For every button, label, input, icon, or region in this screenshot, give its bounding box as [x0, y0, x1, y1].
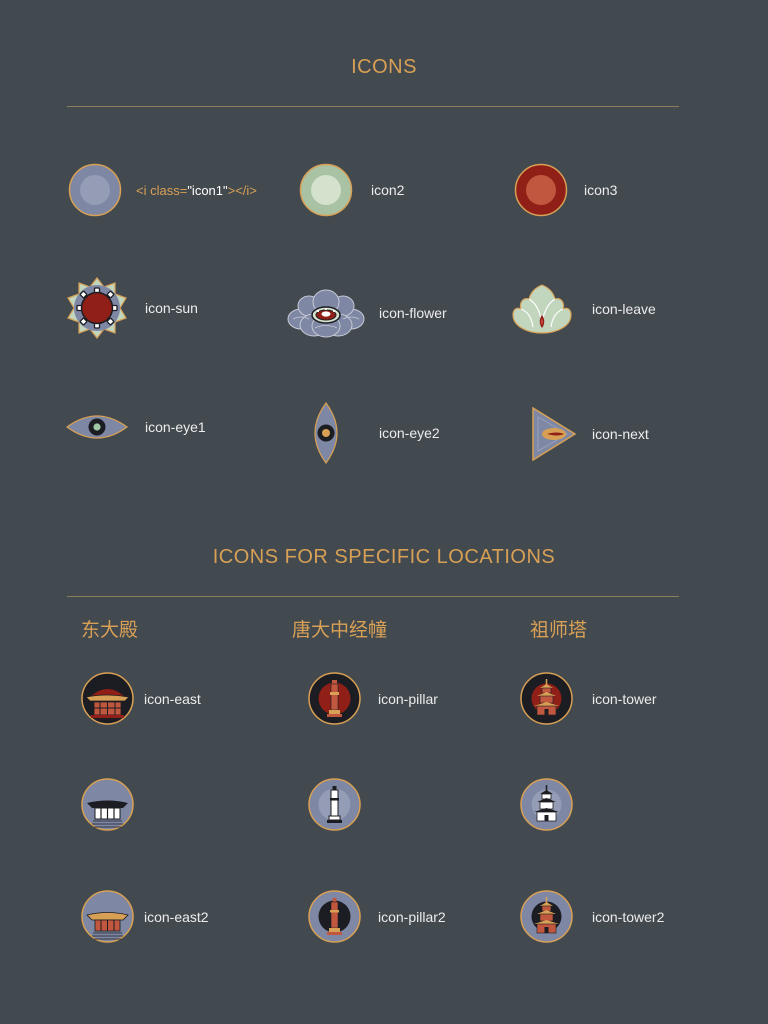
icon3-icon: [514, 163, 568, 217]
icon-tower-item[interactable]: icon-tower: [520, 672, 657, 725]
icon-eye1-label: icon-eye1: [145, 419, 206, 435]
location-heading-pillar: 唐大中经幢: [292, 619, 388, 641]
tower-2-icon: [520, 890, 573, 943]
east-hall-icon: [81, 672, 134, 725]
icon-leave-item[interactable]: icon-leave: [511, 283, 656, 335]
icon-flower-item[interactable]: icon-flower: [287, 288, 447, 338]
icon-eye2-label: icon-eye2: [379, 425, 440, 441]
icon-east-label: icon-east: [144, 690, 201, 707]
icon1-code-label: <i class="icon1"></i>: [136, 182, 257, 198]
tower-icon: [520, 672, 573, 725]
icon2-icon: [299, 163, 353, 217]
icon2-item[interactable]: icon2: [299, 163, 404, 217]
icon-pillar-gray-item[interactable]: [308, 778, 361, 831]
flower-icon: [287, 289, 365, 338]
location-heading-tower: 祖师塔: [530, 619, 588, 641]
pillar-gray-icon: [308, 778, 361, 831]
icon-sun-item[interactable]: icon-sun: [66, 277, 198, 339]
icon-tower2-label: icon-tower2: [592, 908, 665, 925]
section-title-locations: ICONS FOR SPECIFIC LOCATIONS: [212, 546, 556, 568]
pillar-icon: [308, 672, 361, 725]
eye2-icon: [314, 401, 338, 465]
eye1-icon: [65, 415, 129, 439]
icon-east2-label: icon-east2: [144, 908, 209, 925]
icon-flower-label: icon-flower: [379, 305, 447, 321]
icon-next-label: icon-next: [592, 426, 649, 442]
pillar-2-icon: [308, 890, 361, 943]
icon-east-item[interactable]: icon-east: [81, 672, 201, 725]
icon-east2-item[interactable]: icon-east2: [81, 890, 209, 943]
icon-next-item[interactable]: icon-next: [531, 407, 649, 461]
icon3-item[interactable]: icon3: [514, 163, 617, 217]
icon-pillar2-item[interactable]: icon-pillar2: [308, 890, 446, 943]
icon1-item[interactable]: <i class="icon1"></i>: [68, 163, 257, 217]
icon-pillar2-label: icon-pillar2: [378, 908, 446, 925]
icon-pillar-item[interactable]: icon-pillar: [308, 672, 438, 725]
icon-tower-gray-item[interactable]: [520, 778, 573, 831]
icon-pillar-label: icon-pillar: [378, 690, 438, 707]
section-title-icons: ICONS: [351, 56, 417, 78]
icon-sun-label: icon-sun: [145, 300, 198, 316]
icon2-label: icon2: [371, 182, 405, 198]
icon-eye2-item[interactable]: icon-eye2: [309, 401, 440, 465]
section-divider: [67, 106, 679, 107]
icon1-icon: [68, 163, 122, 217]
sun-icon: [67, 277, 127, 339]
icon-tower2-item[interactable]: icon-tower2: [520, 890, 664, 943]
icon-east-gray-item[interactable]: [81, 778, 134, 831]
location-heading-east-hall: 东大殿: [81, 619, 139, 641]
leaf-icon: [512, 284, 572, 334]
next-arrow-icon: [532, 407, 577, 461]
icon-tower-label: icon-tower: [592, 690, 657, 707]
section-divider: [67, 596, 679, 597]
icon-leave-label: icon-leave: [592, 301, 656, 317]
icon3-label: icon3: [584, 182, 618, 198]
east-hall-gray-icon: [81, 778, 134, 831]
icon-eye1-item[interactable]: icon-eye1: [65, 410, 206, 444]
tower-gray-icon: [520, 778, 573, 831]
east-hall-2-icon: [81, 890, 134, 943]
